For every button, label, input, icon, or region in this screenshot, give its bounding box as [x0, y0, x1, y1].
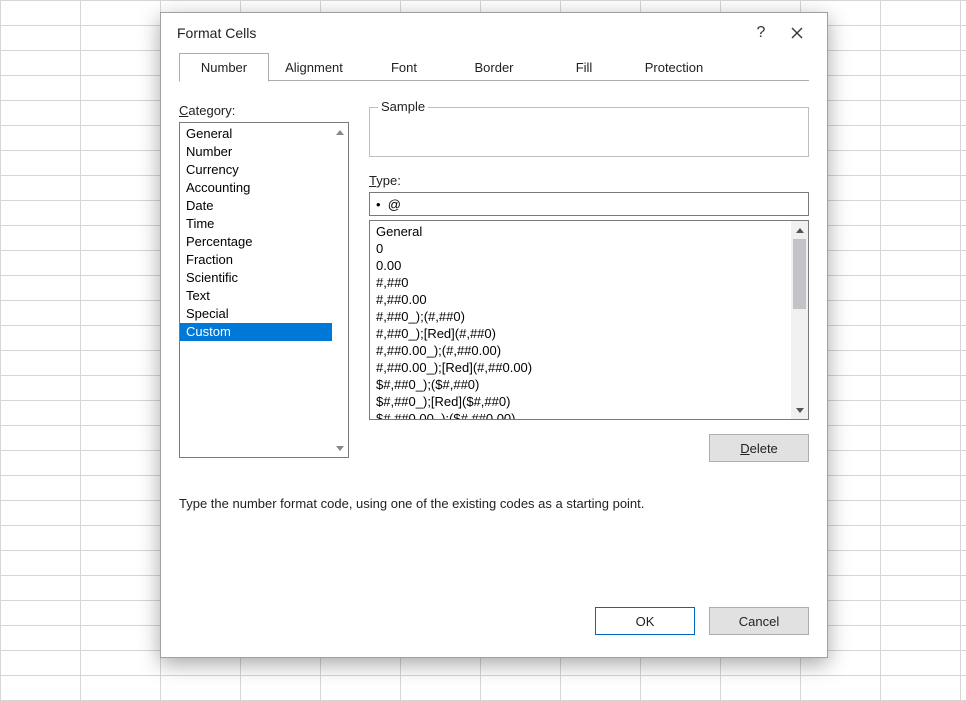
- category-item-date[interactable]: Date: [180, 197, 332, 215]
- sample-label: Sample: [378, 99, 428, 114]
- scroll-up-icon[interactable]: [791, 221, 808, 239]
- category-listbox[interactable]: General Number Currency Accounting Date …: [179, 122, 349, 458]
- dialog-title: Format Cells: [177, 25, 743, 41]
- type-listbox[interactable]: General 0 0.00 #,##0 #,##0.00 #,##0_);(#…: [369, 220, 809, 420]
- category-item-text[interactable]: Text: [180, 287, 332, 305]
- category-item-scientific[interactable]: Scientific: [180, 269, 332, 287]
- hint-text: Type the number format code, using one o…: [179, 496, 809, 511]
- tab-number[interactable]: Number: [179, 53, 269, 82]
- type-item[interactable]: #,##0_);[Red](#,##0): [370, 325, 791, 342]
- chevron-up-icon: [796, 228, 804, 233]
- type-input[interactable]: [369, 192, 809, 216]
- format-cells-dialog: Format Cells ? Number Alignment Font Bor…: [160, 12, 828, 658]
- category-column: Category: General Number Currency Accoun…: [179, 103, 349, 462]
- columns: Category: General Number Currency Accoun…: [179, 103, 809, 462]
- category-item-accounting[interactable]: Accounting: [180, 179, 332, 197]
- type-item[interactable]: #,##0: [370, 274, 791, 291]
- scroll-up-icon[interactable]: [332, 123, 348, 141]
- scroll-down-icon[interactable]: [791, 401, 808, 419]
- dialog-body: Category: General Number Currency Accoun…: [161, 81, 827, 599]
- scroll-down-icon[interactable]: [332, 439, 348, 457]
- type-item[interactable]: 0.00: [370, 257, 791, 274]
- category-listbody: General Number Currency Accounting Date …: [180, 123, 332, 457]
- help-button[interactable]: ?: [743, 19, 779, 47]
- category-item-currency[interactable]: Currency: [180, 161, 332, 179]
- tab-protection[interactable]: Protection: [629, 54, 719, 81]
- type-item[interactable]: #,##0.00_);(#,##0.00): [370, 342, 791, 359]
- type-label: Type:: [369, 173, 809, 188]
- ok-button[interactable]: OK: [595, 607, 695, 635]
- category-scrollbar[interactable]: [332, 123, 348, 457]
- category-item-custom[interactable]: Custom: [180, 323, 332, 341]
- type-item[interactable]: $#,##0.00_);($#,##0.00): [370, 410, 791, 420]
- category-item-number[interactable]: Number: [180, 143, 332, 161]
- type-scrollbar[interactable]: [791, 221, 808, 419]
- help-icon: ?: [757, 24, 766, 42]
- category-item-time[interactable]: Time: [180, 215, 332, 233]
- chevron-down-icon: [796, 408, 804, 413]
- cancel-button[interactable]: Cancel: [709, 607, 809, 635]
- category-item-percentage[interactable]: Percentage: [180, 233, 332, 251]
- type-item[interactable]: #,##0.00: [370, 291, 791, 308]
- tab-strip: Number Alignment Font Border Fill Protec…: [161, 53, 827, 81]
- tab-fill[interactable]: Fill: [539, 54, 629, 81]
- delete-row: Delete: [369, 434, 809, 462]
- right-column: Sample Type: General 0 0.00 #,##0 #,##0.…: [369, 103, 809, 462]
- chevron-down-icon: [336, 446, 344, 451]
- close-icon: [791, 27, 803, 39]
- delete-button[interactable]: Delete: [709, 434, 809, 462]
- sample-frame: Sample: [369, 107, 809, 157]
- type-item[interactable]: #,##0_);(#,##0): [370, 308, 791, 325]
- chevron-up-icon: [336, 130, 344, 135]
- close-button[interactable]: [779, 19, 815, 47]
- tab-font[interactable]: Font: [359, 54, 449, 81]
- category-label: Category:: [179, 103, 349, 118]
- category-item-special[interactable]: Special: [180, 305, 332, 323]
- dialog-footer: OK Cancel: [161, 599, 827, 657]
- category-item-general[interactable]: General: [180, 125, 332, 143]
- category-item-fraction[interactable]: Fraction: [180, 251, 332, 269]
- type-item[interactable]: 0: [370, 240, 791, 257]
- tab-border[interactable]: Border: [449, 54, 539, 81]
- tab-alignment[interactable]: Alignment: [269, 54, 359, 81]
- type-item[interactable]: $#,##0_);($#,##0): [370, 376, 791, 393]
- dialog-titlebar: Format Cells ?: [161, 13, 827, 53]
- type-listbody: General 0 0.00 #,##0 #,##0.00 #,##0_);(#…: [370, 221, 791, 419]
- scrollbar-thumb[interactable]: [793, 239, 806, 309]
- type-item[interactable]: #,##0.00_);[Red](#,##0.00): [370, 359, 791, 376]
- type-item[interactable]: $#,##0_);[Red]($#,##0): [370, 393, 791, 410]
- type-item[interactable]: General: [370, 223, 791, 240]
